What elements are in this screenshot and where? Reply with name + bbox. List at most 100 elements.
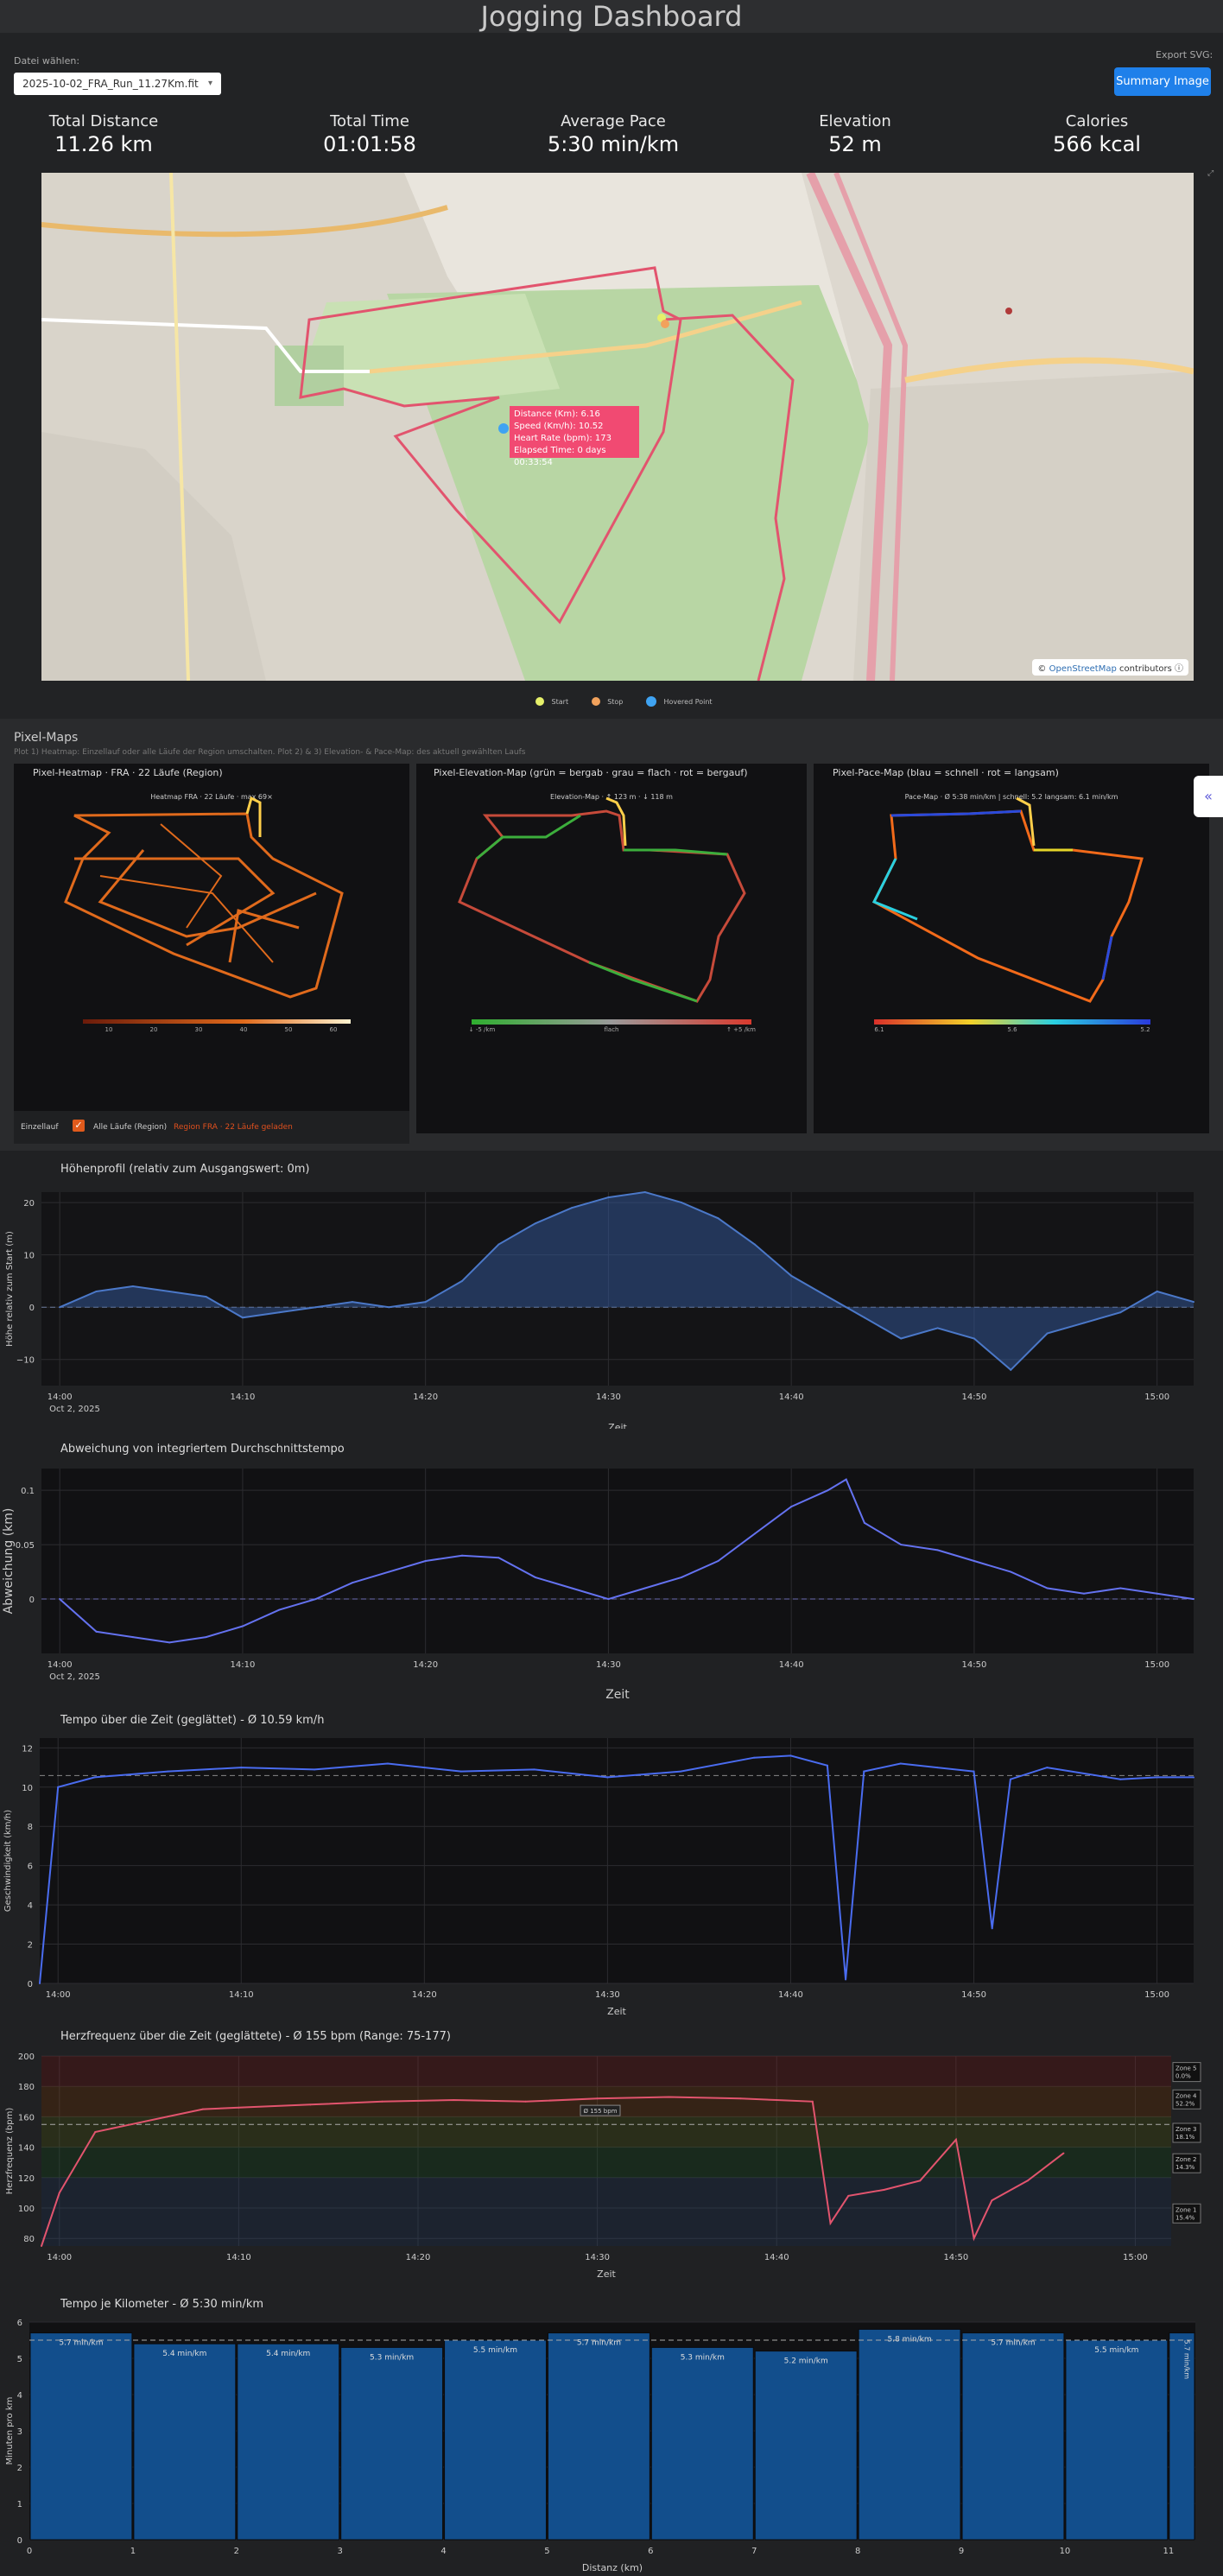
data-point [863,1770,865,1773]
data-point [461,1279,464,1282]
x-tick-label: 14:00 [47,2253,72,2262]
pixel-maps-title: Pixel-Maps [14,731,79,745]
map-legend: Start Stop Hovered Point [535,696,713,708]
y-tick-label: 10 [23,1252,35,1261]
zone-pct: 0.0% [1175,2073,1191,2080]
chart-svg[interactable]: 0 0.05 0.1 14:00 14:10 14:20 14:30 14:40 14:50 15… [0,1432,1223,1707]
hr-zone-band [41,2147,1171,2178]
data-point [386,1762,389,1765]
data-point [58,2192,60,2194]
data-point [1119,1587,1122,1589]
elevation-map-canvas[interactable] [416,764,807,1133]
data-point [899,1762,902,1765]
x-tick-label: 14:30 [585,2253,610,2262]
y-tick-label: 100 [18,2205,35,2214]
data-point [1010,1368,1012,1371]
tooltip-heart-rate: Heart Rate (bpm): 173 [514,434,612,443]
chart-svg[interactable]: 0 1 2 3 4 5 6 5.7 min/km 5.4 min/km 5.4 min/km 5.3… [0,2298,1223,2576]
data-point [571,1587,573,1589]
data-point [95,1291,98,1293]
data-point [238,2106,240,2109]
data-point [607,1196,610,1199]
y-tick-label: 10 [22,1784,33,1793]
data-point [309,2103,312,2106]
data-point [680,1770,682,1773]
info-icon[interactable]: ⓘ [1175,664,1183,674]
x-tick-label: 14:10 [231,1393,256,1402]
pace-map-canvas[interactable] [814,764,1209,1133]
zone-pct: 52.2% [1175,2100,1195,2107]
data-point [753,1756,756,1759]
hr-zone-band [41,2177,1171,2246]
data-point [991,2199,993,2202]
data-point [1119,1778,1122,1780]
x-tick-label: 10 [1060,2547,1071,2556]
chart-svg[interactable]: 0 2 4 6 8 10 12 14:00 14:10 14:20 14:30 14:40 14:50 1… [0,1707,1223,2020]
pace-map-panel: Pixel-Pace-Map (blau = schnell · rot = l… [814,764,1209,1133]
x-tick-label: 14:30 [595,1990,620,2000]
data-point [826,1764,828,1767]
data-point [497,1243,500,1246]
openstreetmap-link[interactable]: OpenStreetMap [1049,664,1117,674]
stop-marker [661,320,669,328]
data-point [607,1598,610,1601]
y-axis-label: Abweichung (km) [2,1508,16,1615]
x-tick-label: 15:00 [1144,1990,1169,2000]
hovered-legend-icon [645,696,656,707]
data-point [1193,1598,1194,1601]
route-map[interactable]: Distance (Km): 6.16 Speed (Km/h): 10.52 … [41,173,1194,681]
data-point [883,2188,885,2191]
y-axis-label: Höhe relativ zum Start (m) [5,1231,15,1347]
x-tick-label: 7 [751,2547,757,2556]
hovered-point-marker [498,423,509,434]
stop-legend-icon [591,697,600,706]
file-select-dropdown[interactable]: 2025-10-02_FRA_Run_11.27Km.fit ▾ [14,73,221,95]
data-point [1156,1592,1158,1595]
y-tick-label: 5 [17,2355,22,2364]
chart-svg[interactable]: 80 100 120 140 160 180 200 14:00 14:10 14:20 14:30… [0,2023,1223,2301]
heatmap-canvas[interactable] [14,764,409,1111]
zone-name: Zone 3 [1175,2126,1197,2133]
x-axis-label: Zeit [605,1688,630,1702]
stat-value: 566 kcal [1053,132,1141,156]
map-expand-icon[interactable]: ⤢ [1207,169,1213,178]
y-tick-label: 2 [17,2464,22,2473]
data-point [314,1768,316,1771]
elevation-map-panel: Pixel-Elevation-Map (grün = bergab · gra… [416,764,807,1133]
data-point [863,1317,865,1319]
data-point [827,1296,829,1298]
data-point [314,1306,317,1309]
x-tick-label: 14:50 [961,1393,986,1402]
data-point [453,2099,455,2102]
y-tick-label: 6 [17,2319,22,2328]
pace-bar [29,2332,133,2541]
x-tick-label: 14:40 [779,1660,804,1670]
data-point [973,1770,975,1773]
double-chevron-left-icon[interactable]: « [1194,776,1223,817]
export-label: Export SVG: [1156,49,1213,60]
elevation-chart: Höhenprofil (relativ zum Ausgangswert: 0… [0,1151,1223,1429]
data-point [168,1291,171,1293]
data-point [240,1767,243,1769]
stat-title: Calories [1065,112,1129,130]
y-tick-label: 20 [23,1199,35,1209]
summary-image-button[interactable]: Summary Image [1114,67,1211,96]
data-point [681,1576,683,1578]
data-point [936,1767,939,1769]
tooltip-elapsed-time: Elapsed Time: 0 days 00:33:54 [514,446,606,467]
legend-start: Start [551,697,569,706]
legend-hovered: Hovered Point [663,697,713,706]
data-point [1046,1587,1049,1589]
y-tick-label: 3 [17,2427,22,2437]
zone-name: Zone 2 [1175,2156,1197,2163]
colorbar-tick: 50 [284,1026,293,1033]
tooltip-speed: Speed (Km/h): 10.52 [514,422,604,431]
y-tick-label: 200 [18,2053,35,2062]
y-tick-label: 2 [28,1941,33,1951]
chart-svg[interactable]: −10 0 10 20 14:00 14:10 14:20 14:30 14:40 14:50 15… [0,1151,1223,1429]
stat-value: 01:01:58 [323,132,416,156]
stat-title: Total Time [330,112,409,130]
colorbar-tick: 6.1 [874,1026,884,1033]
x-tick-label: 14:30 [596,1660,621,1670]
all-runs-checkbox[interactable]: ✓ [73,1120,85,1132]
